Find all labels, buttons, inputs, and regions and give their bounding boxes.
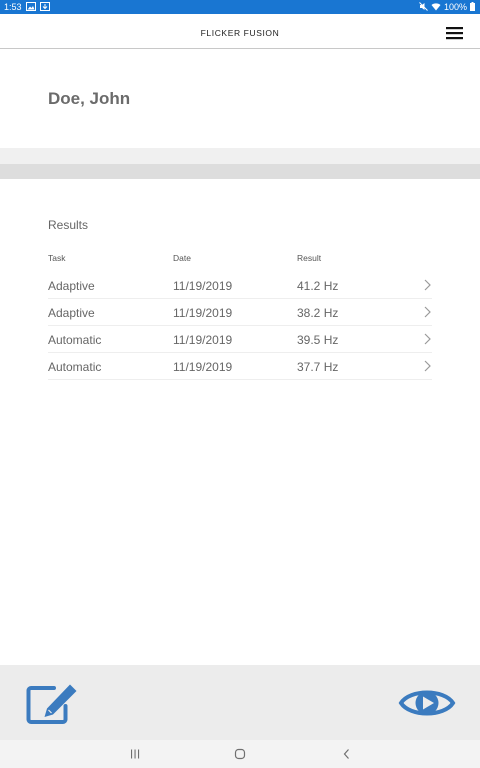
system-nav-bar xyxy=(0,740,480,768)
chevron-right-icon xyxy=(422,333,432,345)
status-bar: 1:53 100% xyxy=(0,0,480,14)
app-title: FLICKER FUSION xyxy=(200,28,280,38)
row-date: 11/19/2019 xyxy=(173,333,233,347)
recent-apps-icon xyxy=(131,749,140,759)
chevron-right-icon xyxy=(422,279,432,291)
home-icon xyxy=(234,748,246,760)
recent-apps-button[interactable] xyxy=(128,747,142,761)
view-button[interactable] xyxy=(398,685,456,721)
bottom-toolbar xyxy=(0,665,480,740)
table-row[interactable]: Adaptive 11/19/2019 41.2 Hz xyxy=(48,272,432,299)
results-table: Task Date Result Adaptive 11/19/2019 41.… xyxy=(48,250,432,380)
row-task: Automatic xyxy=(48,333,102,347)
row-date: 11/19/2019 xyxy=(173,306,233,320)
table-row[interactable]: Automatic 11/19/2019 39.5 Hz xyxy=(48,326,432,353)
row-result: 41.2 Hz xyxy=(297,279,339,293)
row-result: 37.7 Hz xyxy=(297,360,339,374)
status-left: 1:53 xyxy=(4,0,50,14)
battery-icon xyxy=(470,2,475,12)
mute-icon xyxy=(419,2,428,12)
edit-icon xyxy=(26,684,77,724)
patient-name: Doe, John xyxy=(48,89,131,108)
row-task: Adaptive xyxy=(48,306,95,320)
row-result: 39.5 Hz xyxy=(297,333,339,347)
section-divider-dark xyxy=(0,164,480,179)
column-header-date: Date xyxy=(173,253,191,263)
download-notification-icon xyxy=(39,2,50,12)
table-header: Task Date Result xyxy=(48,250,432,272)
results-heading: Results xyxy=(48,218,89,232)
eye-play-icon xyxy=(398,690,456,716)
row-result: 38.2 Hz xyxy=(297,306,339,320)
table-row[interactable]: Automatic 11/19/2019 37.7 Hz xyxy=(48,353,432,380)
gallery-notification-icon xyxy=(25,2,36,12)
menu-button[interactable] xyxy=(440,23,468,43)
back-icon xyxy=(343,749,349,759)
column-header-task: Task xyxy=(48,253,66,263)
row-date: 11/19/2019 xyxy=(173,360,233,374)
row-task: Automatic xyxy=(48,360,102,374)
battery-percent: 100% xyxy=(443,2,467,12)
hamburger-menu-icon xyxy=(446,27,463,40)
edit-button[interactable] xyxy=(26,683,80,725)
section-divider-light xyxy=(0,148,480,164)
app-header: FLICKER FUSION xyxy=(0,14,480,49)
chevron-right-icon xyxy=(422,306,432,318)
wifi-icon xyxy=(431,2,441,12)
home-button[interactable] xyxy=(233,747,247,761)
status-time: 1:53 xyxy=(4,2,22,12)
column-header-result: Result xyxy=(297,253,322,263)
chevron-right-icon xyxy=(422,360,432,372)
status-right: 100% xyxy=(419,0,475,14)
back-button[interactable] xyxy=(340,747,354,761)
row-date: 11/19/2019 xyxy=(173,279,233,293)
row-task: Adaptive xyxy=(48,279,95,293)
table-row[interactable]: Adaptive 11/19/2019 38.2 Hz xyxy=(48,299,432,326)
